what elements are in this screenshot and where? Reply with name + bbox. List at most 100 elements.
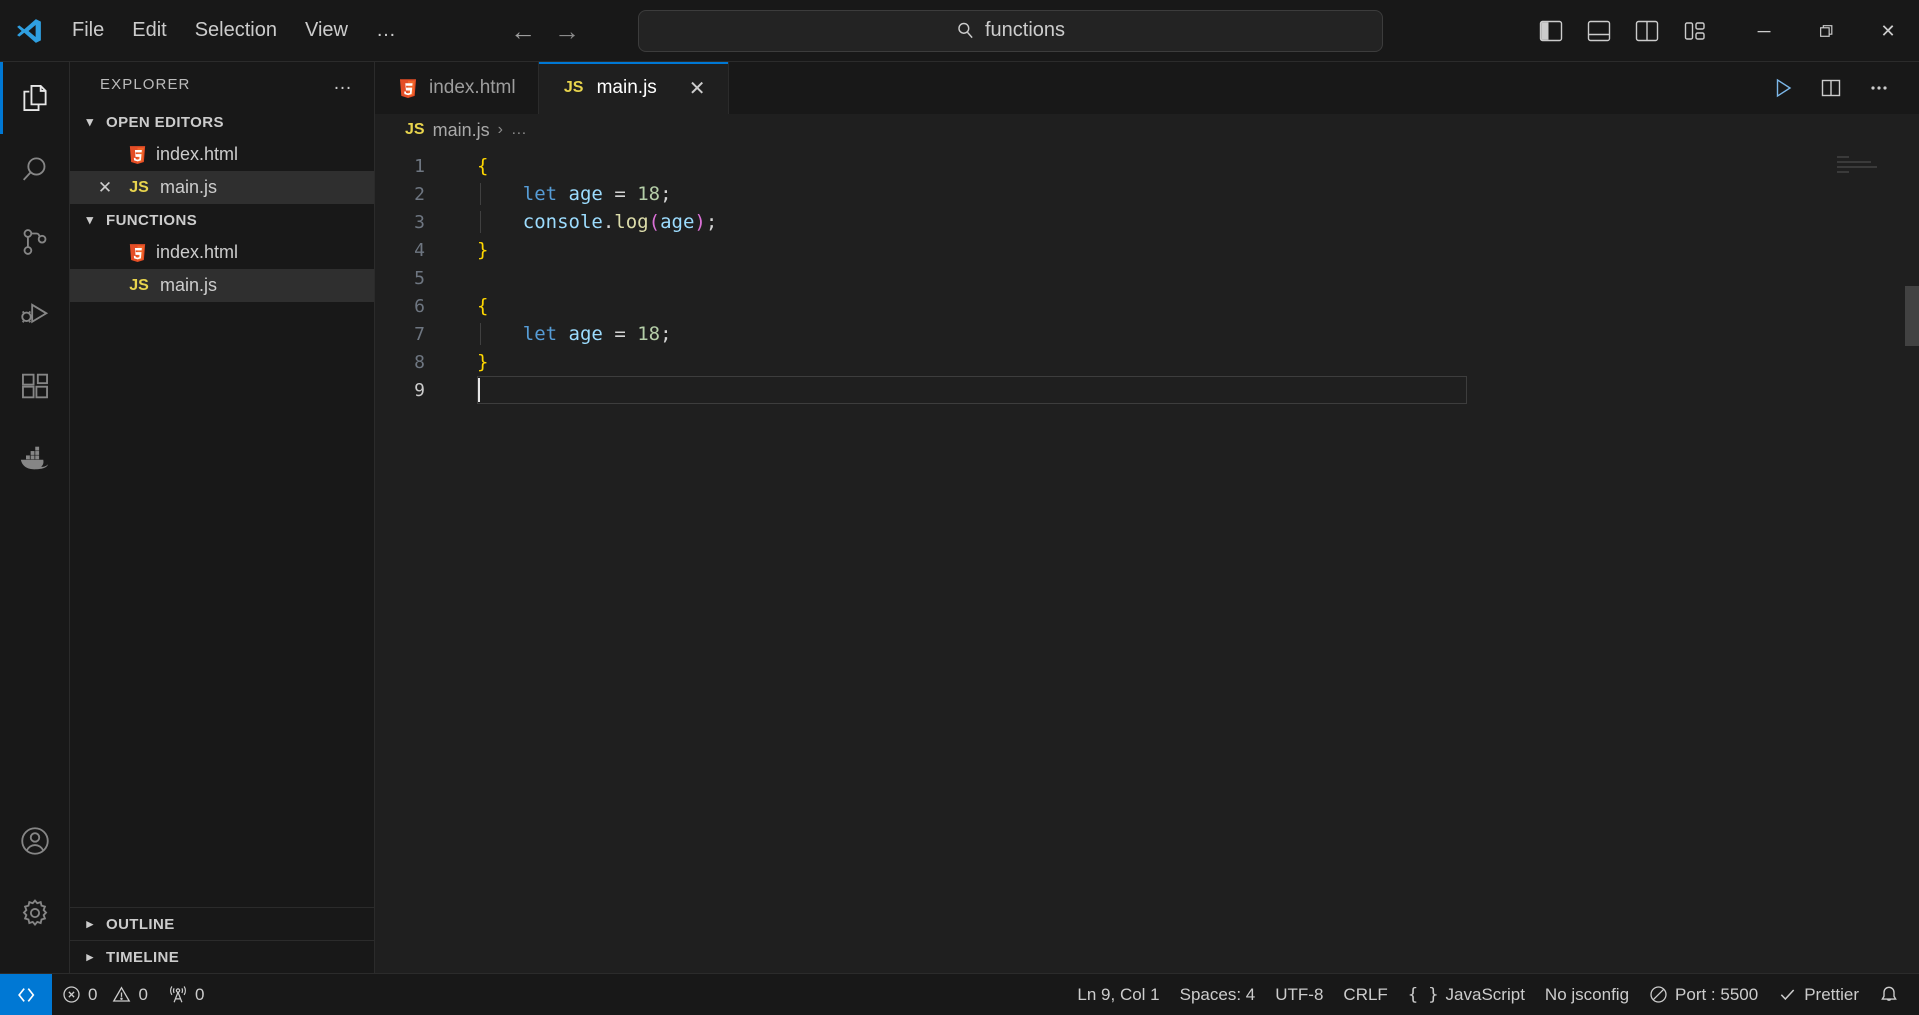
code-line: 2 let age = 18; bbox=[375, 180, 1919, 208]
section-open-editors[interactable]: ▾ OPEN EDITORS bbox=[70, 106, 374, 138]
status-editor-eol[interactable]: CRLF bbox=[1333, 974, 1397, 1015]
tab-close-icon[interactable]: ✕ bbox=[689, 76, 706, 101]
status-notifications[interactable] bbox=[1869, 974, 1919, 1015]
circle-slash-icon bbox=[1649, 985, 1668, 1004]
section-label: OUTLINE bbox=[106, 915, 175, 933]
js-icon: JS bbox=[129, 178, 149, 196]
line-text: { bbox=[477, 295, 489, 317]
chevron-right-icon: ▸ bbox=[86, 949, 94, 964]
status-ports[interactable]: 0 bbox=[158, 974, 214, 1015]
arrow-left-icon[interactable]: ← bbox=[510, 18, 536, 44]
minimap-line bbox=[1837, 156, 1849, 158]
file-label: main.js bbox=[160, 275, 218, 295]
close-button[interactable]: ✕ bbox=[1857, 0, 1919, 62]
toggle-secondary-sidebar-icon[interactable] bbox=[1623, 9, 1671, 53]
section-outline[interactable]: ▸ OUTLINE bbox=[70, 907, 374, 940]
menu-file[interactable]: File bbox=[58, 13, 118, 48]
toggle-panel-icon[interactable] bbox=[1575, 9, 1623, 53]
editor-more-actions-icon[interactable] bbox=[1859, 68, 1899, 108]
navigation-arrows: ← → bbox=[510, 18, 580, 44]
line-number: 5 bbox=[414, 267, 425, 289]
status-editor-encoding[interactable]: UTF-8 bbox=[1265, 974, 1333, 1015]
editor-actions bbox=[1763, 62, 1919, 114]
command-center-search[interactable]: functions bbox=[638, 9, 1383, 52]
minimap[interactable] bbox=[1837, 156, 1897, 196]
section-label: FUNCTIONS bbox=[106, 211, 198, 229]
code-line: 5 bbox=[375, 264, 1919, 292]
vscode-logo-icon bbox=[0, 16, 58, 46]
maximize-button[interactable] bbox=[1795, 0, 1857, 62]
breadcrumb-file[interactable]: main.js bbox=[433, 120, 490, 141]
js-icon: JS bbox=[405, 121, 425, 138]
current-line-highlight bbox=[477, 376, 1467, 404]
check-icon bbox=[1778, 985, 1797, 1004]
open-editor-index-html[interactable]: index.html bbox=[70, 138, 374, 171]
line-number: 6 bbox=[414, 295, 425, 317]
activity-item-run-and-debug[interactable] bbox=[0, 278, 70, 350]
html5-icon bbox=[397, 78, 419, 99]
sidebar-body: ▾ OPEN EDITORS index.html ✕ JS main.js ▾… bbox=[70, 106, 374, 973]
explorer-more-actions-icon[interactable]: … bbox=[333, 73, 354, 95]
html5-icon bbox=[126, 243, 148, 263]
open-editor-main-js[interactable]: ✕ JS main.js bbox=[70, 171, 374, 204]
tab-main-js[interactable]: JS main.js ✕ bbox=[538, 62, 729, 114]
status-bar: 0 0 0 Ln 9, Col 1 Spaces: 4 UTF-8 CRLF {… bbox=[0, 973, 1919, 1015]
file-tree-index-html[interactable]: index.html bbox=[70, 236, 374, 269]
sidebar-header: EXPLORER … bbox=[70, 62, 374, 106]
menu-more[interactable]: … bbox=[362, 13, 410, 48]
editor-vertical-scrollbar[interactable] bbox=[1905, 146, 1919, 973]
split-editor-icon[interactable] bbox=[1811, 68, 1851, 108]
activity-item-source-control[interactable] bbox=[0, 206, 70, 278]
minimize-button[interactable]: ─ bbox=[1733, 0, 1795, 62]
line-text: console.log(age); bbox=[445, 211, 717, 233]
activity-item-accounts[interactable] bbox=[0, 805, 70, 877]
section-functions[interactable]: ▾ FUNCTIONS bbox=[70, 204, 374, 236]
status-jsconfig[interactable]: No jsconfig bbox=[1535, 974, 1639, 1015]
search-icon bbox=[956, 21, 975, 40]
line-number: 9 bbox=[414, 379, 425, 401]
activity-item-explorer[interactable] bbox=[0, 62, 70, 134]
line-number: 4 bbox=[414, 239, 425, 261]
remote-window-indicator[interactable] bbox=[0, 973, 52, 1015]
status-editor-indentation[interactable]: Spaces: 4 bbox=[1170, 974, 1266, 1015]
file-tree-main-js[interactable]: JS main.js bbox=[70, 269, 374, 302]
arrow-right-icon[interactable]: → bbox=[554, 18, 580, 44]
workbench-body: EXPLORER … ▾ OPEN EDITORS index.html ✕ J… bbox=[0, 62, 1919, 973]
section-label: OPEN EDITORS bbox=[106, 113, 224, 131]
customize-layout-icon[interactable] bbox=[1671, 9, 1719, 53]
toggle-primary-sidebar-icon[interactable] bbox=[1527, 9, 1575, 53]
chevron-down-icon: ▾ bbox=[86, 114, 94, 129]
tab-index-html[interactable]: index.html bbox=[375, 62, 539, 114]
code-line: 3 console.log(age); bbox=[375, 208, 1919, 236]
code-line: 8 } bbox=[375, 348, 1919, 376]
activity-item-extensions[interactable] bbox=[0, 350, 70, 422]
run-code-play-icon[interactable] bbox=[1763, 68, 1803, 108]
status-prettier[interactable]: Prettier bbox=[1768, 974, 1869, 1015]
code-line: 1 { bbox=[375, 152, 1919, 180]
status-bar-right: Ln 9, Col 1 Spaces: 4 UTF-8 CRLF { } Jav… bbox=[1067, 974, 1919, 1015]
breadcrumb-symbol[interactable]: … bbox=[511, 121, 527, 139]
status-live-server-port[interactable]: Port : 5500 bbox=[1639, 974, 1768, 1015]
status-problems-errors[interactable]: 0 0 bbox=[52, 974, 158, 1015]
status-editor-language[interactable]: { } JavaScript bbox=[1398, 974, 1535, 1015]
activity-item-settings[interactable] bbox=[0, 877, 70, 949]
language-label: JavaScript bbox=[1445, 984, 1525, 1004]
menu-view[interactable]: View bbox=[291, 13, 362, 48]
breadcrumb: JS main.js › … bbox=[375, 114, 1919, 146]
scrollbar-thumb[interactable] bbox=[1905, 286, 1919, 346]
chevron-right-icon: ▸ bbox=[86, 916, 94, 931]
code-content[interactable]: 1 { 2 let age = 18; 3 console.log(age); … bbox=[375, 146, 1919, 973]
line-text: let age = 18; bbox=[445, 323, 672, 345]
activity-item-search[interactable] bbox=[0, 134, 70, 206]
menu-edit[interactable]: Edit bbox=[118, 13, 180, 48]
menu-selection[interactable]: Selection bbox=[181, 13, 291, 48]
close-icon[interactable]: ✕ bbox=[92, 178, 118, 198]
line-text: { bbox=[477, 155, 489, 177]
activity-item-docker[interactable] bbox=[0, 422, 70, 494]
line-number: 3 bbox=[414, 211, 425, 233]
section-timeline[interactable]: ▸ TIMELINE bbox=[70, 940, 374, 973]
line-number: 8 bbox=[414, 351, 425, 373]
status-editor-position[interactable]: Ln 9, Col 1 bbox=[1067, 974, 1169, 1015]
code-editor[interactable]: 1 { 2 let age = 18; 3 console.log(age); … bbox=[375, 146, 1919, 973]
